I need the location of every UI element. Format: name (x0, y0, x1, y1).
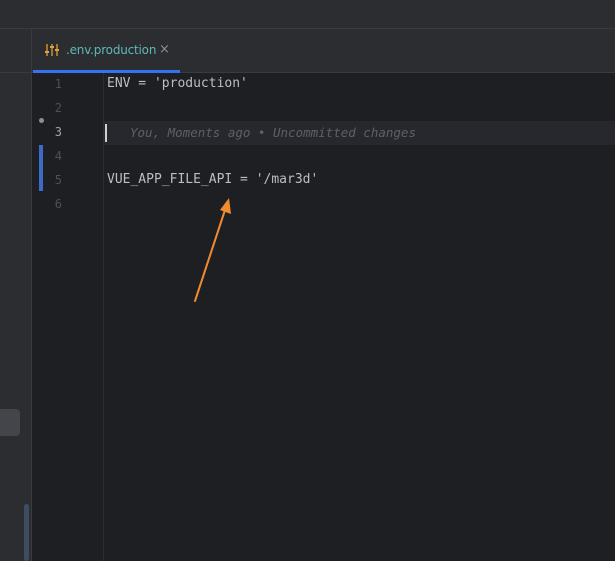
tab-label: .env.production (66, 43, 157, 57)
panel-divider (0, 72, 31, 73)
line-number: 3 (54, 125, 62, 139)
top-toolbar (0, 0, 615, 29)
ide-window: .env.production × 1 ENV = 'production' 2… (0, 0, 615, 561)
line-number: 4 (54, 149, 62, 163)
settings-sliders-icon (45, 44, 59, 56)
code-text: VUE_APP_FILE_API = '/mar3d' (107, 172, 319, 187)
project-panel (0, 29, 32, 561)
line-number: 6 (54, 197, 62, 211)
line-number: 2 (54, 101, 62, 115)
code-text: ENV = 'production' (107, 76, 248, 91)
code-line-4[interactable]: 4 (32, 145, 615, 169)
panel-scrollbar[interactable] (24, 504, 29, 561)
code-line-1[interactable]: 1 ENV = 'production' (32, 73, 615, 97)
line-number: 5 (54, 173, 62, 187)
tab-env-production[interactable]: .env.production × (32, 29, 180, 73)
inline-blame-annotation: You, Moments ago • Uncommitted changes (130, 125, 416, 140)
editor-tab-bar: .env.production × (32, 29, 615, 73)
code-editor[interactable]: 1 ENV = 'production' 2 3 You, Moments ag… (32, 73, 615, 561)
line-number: 1 (54, 77, 62, 91)
code-line-5[interactable]: 5 VUE_APP_FILE_API = '/mar3d' (32, 169, 615, 193)
code-line-2[interactable]: 2 (32, 97, 615, 121)
code-line-3[interactable]: 3 You, Moments ago • Uncommitted changes (32, 121, 615, 145)
selected-tree-item[interactable] (0, 409, 20, 436)
code-line-6[interactable]: 6 (32, 193, 615, 217)
text-caret (105, 124, 107, 142)
close-icon[interactable]: × (159, 42, 170, 57)
